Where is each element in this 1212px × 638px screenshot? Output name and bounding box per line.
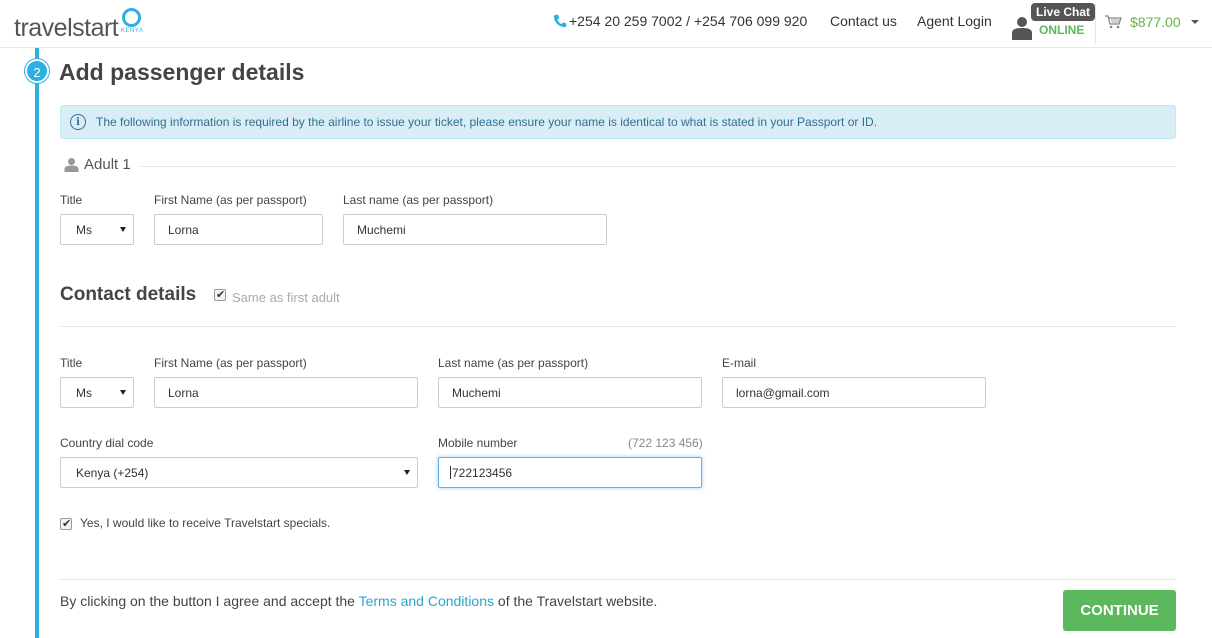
email-label: E-mail [722, 356, 757, 370]
contact-us-link[interactable]: Contact us [830, 13, 897, 29]
checkmark-icon: ✔ [62, 517, 72, 530]
divider [140, 166, 1176, 167]
cart-dropdown[interactable]: $877.00 [1105, 14, 1199, 30]
same-as-first-adult-label: Same as first adult [232, 290, 340, 305]
adult-last-name-value: Muchemi [357, 222, 406, 237]
chat-status: ONLINE [1039, 23, 1085, 37]
person-icon [1012, 17, 1032, 40]
live-chat-label: Live Chat [1031, 3, 1095, 21]
terms-text: By clicking on the button I agree and ac… [60, 593, 657, 609]
dial-code-value: Kenya (+254) [76, 465, 149, 480]
header-divider [1095, 4, 1096, 44]
continue-button[interactable]: CONTINUE [1063, 590, 1176, 631]
adult-section-heading: Adult 1 [64, 156, 131, 173]
cart-icon [1105, 15, 1122, 29]
page-title: Add passenger details [59, 59, 305, 85]
email-input[interactable]: lorna@gmail.com [722, 377, 986, 408]
adult-last-name-label: Last name (as per passport) [343, 193, 494, 207]
phone-numbers[interactable]: +254 20 259 7002 / +254 706 099 920 [553, 13, 807, 29]
info-icon: i [70, 114, 86, 130]
user-icon [64, 158, 79, 172]
same-as-first-adult-checkbox[interactable]: ✔ [214, 288, 226, 301]
adult-first-name-input[interactable]: Lorna [154, 214, 323, 245]
live-chat-widget[interactable]: Live Chat ONLINE [1010, 3, 1095, 47]
adult-title-value: Ms [76, 222, 92, 237]
specials-checkbox[interactable]: ✔ [60, 517, 72, 530]
step-number-badge: 2 [25, 59, 49, 83]
contact-first-name-input[interactable]: Lorna [154, 377, 418, 408]
contact-last-name-label: Last name (as per passport) [438, 356, 589, 370]
divider [60, 326, 1176, 327]
adult-title-label: Title [60, 193, 83, 207]
top-header: travelstart KENYA +254 20 259 7002 / +25… [0, 0, 1212, 48]
dial-code-label: Country dial code [60, 436, 154, 450]
dropdown-arrow-icon [404, 470, 410, 475]
chevron-down-icon [1190, 20, 1199, 24]
contact-details-heading: Contact details [60, 284, 197, 305]
text-cursor [450, 466, 451, 479]
contact-title-label: Title [60, 356, 83, 370]
terms-suffix: of the Travelstart website. [494, 593, 658, 609]
dropdown-arrow-icon [120, 390, 126, 395]
adult-title-select[interactable]: Ms [60, 214, 134, 245]
mobile-number-input[interactable]: 722123456 [438, 457, 702, 488]
info-alert-text: The following information is required by… [96, 115, 878, 129]
terms-and-conditions-link[interactable]: Terms and Conditions [359, 593, 494, 609]
adult-first-name-value: Lorna [168, 222, 199, 237]
divider [60, 579, 1176, 580]
step-progress-line [35, 48, 39, 638]
logo-ring-icon [122, 8, 141, 27]
dial-code-select[interactable]: Kenya (+254) [60, 457, 418, 488]
terms-prefix: By clicking on the button I agree and ac… [60, 593, 359, 609]
contact-last-name-value: Muchemi [452, 385, 501, 400]
email-value: lorna@gmail.com [736, 385, 830, 400]
adult-first-name-label: First Name (as per passport) [154, 193, 307, 207]
mobile-number-value: 722123456 [452, 465, 513, 480]
checkmark-icon: ✔ [216, 288, 226, 301]
contact-first-name-value: Lorna [168, 385, 199, 400]
adult-last-name-input[interactable]: Muchemi [343, 214, 607, 245]
contact-title-value: Ms [76, 385, 92, 400]
mobile-number-label: Mobile number [438, 436, 518, 450]
dropdown-arrow-icon [120, 227, 126, 232]
phone-icon [553, 14, 567, 28]
contact-last-name-input[interactable]: Muchemi [438, 377, 702, 408]
logo-country: KENYA [121, 28, 144, 34]
cart-amount: $877.00 [1130, 14, 1181, 30]
phone-text: +254 20 259 7002 / +254 706 099 920 [569, 13, 808, 29]
adult-heading-label: Adult 1 [84, 156, 131, 173]
agent-login-link[interactable]: Agent Login [917, 13, 992, 29]
info-alert: i The following information is required … [60, 105, 1176, 139]
contact-first-name-label: First Name (as per passport) [154, 356, 307, 370]
logo-text: travelstart [14, 14, 119, 42]
contact-title-select[interactable]: Ms [60, 377, 134, 408]
mobile-number-hint: (722 123 456) [628, 436, 703, 450]
specials-label: Yes, I would like to receive Travelstart… [80, 516, 331, 530]
